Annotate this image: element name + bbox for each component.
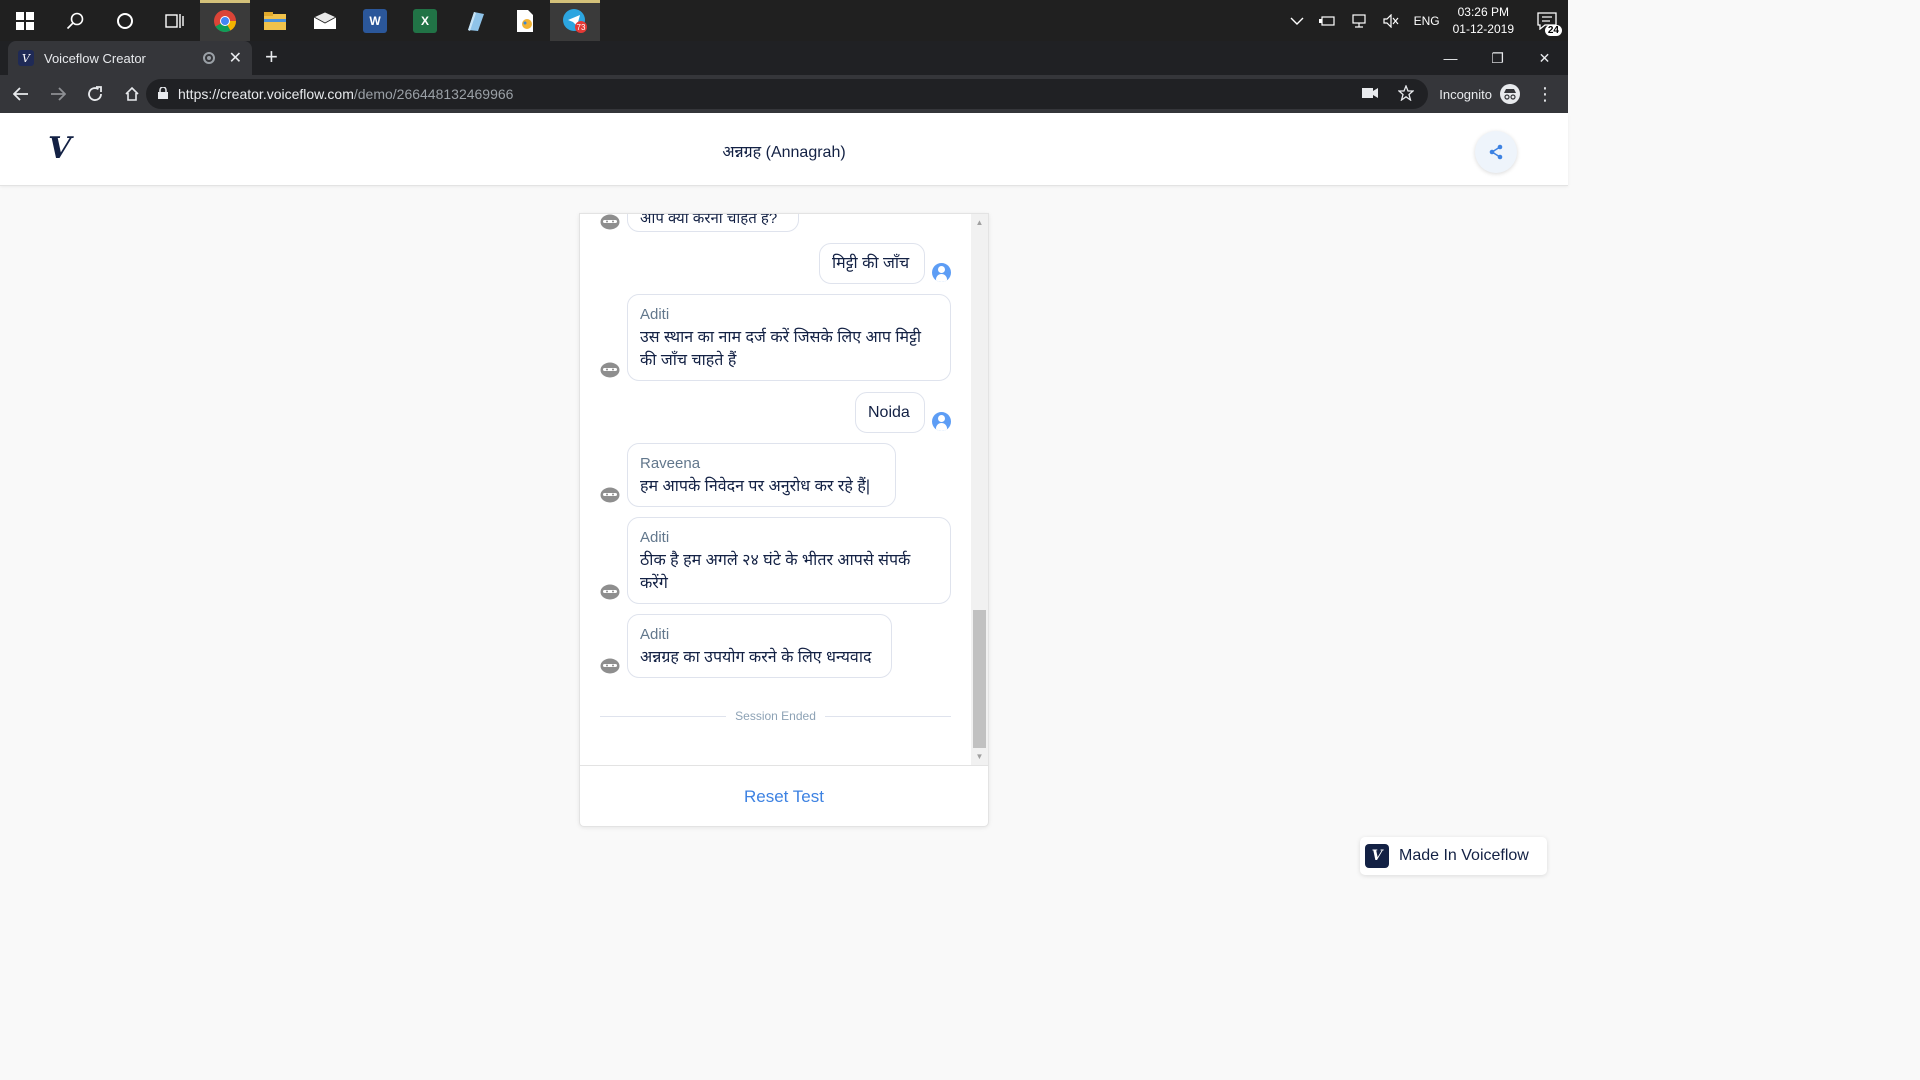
user-message: मिट्टी की जाँच — [819, 243, 925, 284]
chrome-icon[interactable] — [200, 0, 250, 41]
address-bar[interactable]: https://creator.voiceflow.com/demo/26644… — [146, 79, 1428, 109]
bot-avatar-icon — [600, 584, 620, 600]
message-text: मिट्टी की जाँच — [832, 255, 910, 272]
browser-menu-icon[interactable]: ⋮ — [1536, 75, 1554, 113]
paint-icon[interactable] — [500, 0, 550, 41]
notification-count: 24 — [1544, 25, 1562, 36]
bot-message: Aditi ठीक है हम अगले २४ घंटे के भीतर आपस… — [627, 517, 951, 604]
bot-avatar-icon — [600, 214, 620, 230]
mail-icon[interactable] — [300, 0, 350, 41]
close-tab-icon[interactable]: ✕ — [229, 48, 242, 68]
divider-line — [824, 715, 952, 717]
chat-footer: Reset Test — [580, 765, 988, 826]
home-icon[interactable] — [115, 75, 148, 113]
session-ended-label: Session Ended — [735, 709, 816, 723]
file-explorer-icon[interactable] — [250, 0, 300, 41]
voiceflow-logo-icon: V — [1365, 844, 1389, 868]
speaker-name: Raveena — [640, 455, 701, 472]
url-path: /demo/266448132469966 — [353, 86, 514, 102]
scroll-down-icon[interactable]: ▼ — [971, 748, 988, 765]
window-controls: — ❐ ✕ — [1427, 41, 1568, 75]
battery-icon[interactable] — [1318, 15, 1336, 27]
share-icon — [1489, 144, 1503, 160]
bookmark-star-icon[interactable] — [1397, 83, 1415, 104]
divider-line — [600, 715, 727, 717]
clock[interactable]: 03:26 PM 01-12-2019 — [1453, 4, 1514, 38]
speaker-name: Aditi — [640, 306, 670, 323]
voiceflow-favicon-icon: V — [18, 50, 34, 66]
speaker-name: Aditi — [640, 529, 670, 546]
page-title: अन्नग्रह (Annagrah) — [722, 144, 846, 161]
system-tray: ENG 03:26 PM 01-12-2019 24 — [1283, 0, 1568, 41]
chat-scrollbar[interactable]: ▲ ▼ — [971, 214, 988, 765]
made-in-voiceflow-badge[interactable]: V Made In Voiceflow — [1360, 837, 1547, 875]
bot-avatar-icon — [600, 658, 620, 674]
clock-time: 03:26 PM — [1457, 4, 1509, 19]
search-icon[interactable] — [50, 0, 100, 41]
reload-icon[interactable] — [78, 75, 111, 113]
cortana-icon[interactable] — [100, 0, 150, 41]
scroll-up-icon[interactable]: ▲ — [971, 214, 988, 231]
app-header: V अन्नग्रह (Annagrah) — [0, 113, 1568, 186]
notepad-icon[interactable] — [450, 0, 500, 41]
incognito-label: Incognito — [1439, 86, 1492, 102]
tab-title: Voiceflow Creator — [44, 50, 146, 66]
message-text: ठीक है हम अगले २४ घंटे के भीतर आपसे संपर… — [640, 552, 911, 592]
user-avatar-icon — [932, 263, 951, 282]
share-button[interactable] — [1475, 131, 1517, 173]
chat-transcript[interactable]: आप क्या करना चाहते हैं? मिट्टी की जाँच A… — [580, 214, 988, 765]
user-message: Noida — [855, 392, 925, 433]
excel-icon[interactable]: X — [400, 0, 450, 41]
camera-icon[interactable] — [1362, 86, 1378, 102]
new-tab-button[interactable]: + — [265, 46, 278, 68]
windows-start-icon[interactable] — [0, 0, 50, 41]
session-ended-divider: Session Ended — [600, 708, 952, 724]
language-indicator[interactable]: ENG — [1414, 14, 1440, 28]
windows-taskbar: W X 73 ENG 03:26 PM 01-12-2019 24 — [0, 0, 1568, 41]
url-host: https://creator.voiceflow.com — [178, 86, 354, 102]
browser-tab-strip: V Voiceflow Creator ✕ + — ❐ ✕ — [0, 41, 1568, 75]
volume-muted-icon[interactable] — [1382, 13, 1400, 28]
telegram-badge: 73 — [577, 23, 586, 32]
speaker-name: Aditi — [640, 626, 670, 643]
incognito-icon — [1500, 84, 1520, 104]
message-text: Noida — [868, 404, 910, 421]
lock-icon[interactable] — [158, 85, 168, 102]
bot-avatar-icon — [600, 362, 620, 378]
chat-panel: आप क्या करना चाहते हैं? मिट्टी की जाँच A… — [579, 213, 989, 827]
bot-message: Aditi अन्नग्रह का उपयोग करने के लिए धन्य… — [627, 614, 892, 678]
forward-icon[interactable] — [41, 75, 74, 113]
bot-message: Aditi उस स्थान का नाम दर्ज करें जिसके लि… — [627, 294, 951, 381]
back-icon[interactable] — [4, 75, 37, 113]
recording-icon — [202, 52, 215, 64]
message-text: आप क्या करना चाहते हैं? — [640, 214, 778, 227]
made-in-label: Made In Voiceflow — [1399, 847, 1529, 864]
browser-tab[interactable]: V Voiceflow Creator ✕ — [8, 41, 252, 75]
word-icon[interactable]: W — [350, 0, 400, 41]
message-text: अन्नग्रह का उपयोग करने के लिए धन्यवाद — [640, 649, 872, 666]
action-center-icon[interactable]: 24 — [1526, 0, 1568, 41]
message-text: उस स्थान का नाम दर्ज करें जिसके लिए आप म… — [640, 329, 922, 369]
bot-avatar-icon — [600, 487, 620, 503]
scrollbar-thumb[interactable] — [973, 610, 986, 748]
user-avatar-icon — [932, 412, 951, 431]
reset-test-button[interactable]: Reset Test — [744, 787, 824, 807]
minimize-icon[interactable]: — — [1427, 41, 1474, 75]
incognito-indicator[interactable]: Incognito — [1439, 75, 1520, 113]
telegram-icon[interactable]: 73 — [550, 0, 600, 41]
task-view-icon[interactable] — [150, 0, 200, 41]
message-text: हम आपके निवेदन पर अनुरोध कर रहे हैं| — [640, 478, 870, 495]
restore-icon[interactable]: ❐ — [1474, 41, 1521, 75]
browser-toolbar: https://creator.voiceflow.com/demo/26644… — [0, 75, 1568, 113]
bot-message: Raveena हम आपके निवेदन पर अनुरोध कर रहे … — [627, 443, 896, 507]
bot-message-partial: आप क्या करना चाहते हैं? — [627, 214, 799, 232]
chevron-up-icon[interactable] — [1290, 16, 1304, 26]
close-window-icon[interactable]: ✕ — [1521, 41, 1568, 75]
network-icon[interactable] — [1350, 13, 1368, 28]
clock-date: 01-12-2019 — [1452, 21, 1514, 36]
